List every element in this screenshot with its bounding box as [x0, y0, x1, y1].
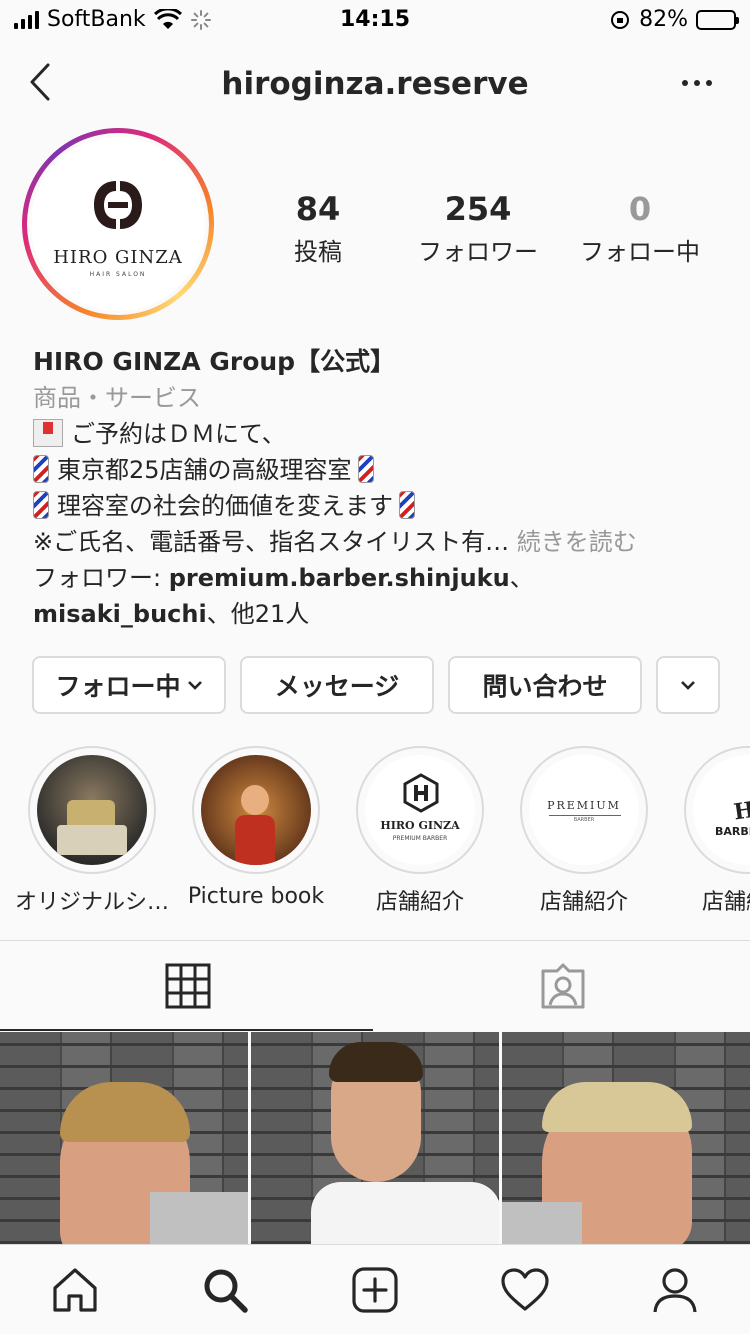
search-icon [204, 1269, 248, 1313]
profile-stats: 84 投稿 254 フォロワー 0 フォロー中 [250, 190, 730, 267]
highlight-item[interactable]: PREMIUM BARBER 店舗紹介 [502, 746, 666, 916]
chevron-down-icon [681, 681, 695, 690]
bio-line: 東京都25店舗の高級理容室 [33, 452, 733, 488]
brand-logo-icon [94, 181, 142, 229]
following-stat[interactable]: 0 フォロー中 [570, 190, 710, 267]
highlight-logo-text: PREMIUM [547, 799, 621, 812]
posts-grid [0, 1032, 750, 1244]
tagged-person-icon [541, 963, 584, 1009]
barber-pole-icon [399, 491, 415, 519]
chevron-down-icon [187, 681, 202, 690]
nav-new-post[interactable] [300, 1245, 450, 1334]
posts-count: 84 [295, 190, 341, 228]
highlight-item[interactable]: オリジナルシ… [10, 746, 174, 916]
tab-grid[interactable] [0, 941, 375, 1031]
followers-count: 254 [444, 190, 512, 228]
barber-pole-icon [33, 455, 49, 483]
highlight-item[interactable]: HIRO GINZA PREMIUM BARBER 店舗紹介 [338, 746, 502, 916]
following-label: フォロー中 [580, 238, 700, 266]
follower-link[interactable]: premium.barber.shinjuku [169, 564, 510, 592]
avatar-brand-text: HIRO GINZA [53, 247, 183, 268]
posts-stat[interactable]: 84 投稿 [250, 190, 386, 267]
followed-by-cont[interactable]: misaki_buchi、他21人 [33, 596, 733, 632]
battery-icon [696, 9, 739, 30]
profile-icon [653, 1267, 697, 1312]
following-button[interactable]: フォロー中 [32, 656, 226, 714]
username-title: hiroginza.reserve [221, 66, 529, 102]
highlight-logo-subtext: BARBER [573, 817, 595, 823]
post-thumbnail[interactable] [251, 1032, 499, 1244]
nav-profile[interactable] [600, 1245, 750, 1334]
grid-icon [165, 963, 210, 1009]
more-options-icon[interactable] [682, 80, 712, 86]
add-post-icon [352, 1266, 398, 1313]
post-thumbnail[interactable] [0, 1032, 248, 1244]
highlight-item[interactable]: HIRO G BARBER 店舗紹 [666, 746, 750, 916]
following-count: 0 [628, 190, 652, 228]
profile-name: HIRO GINZA Group【公式】 [33, 347, 396, 376]
highlight-logo-text: HIRO GINZA [380, 819, 460, 832]
home-icon [53, 1267, 97, 1312]
bio-line: ご予約はＤＭにて、 [33, 416, 733, 452]
nav-home[interactable] [0, 1245, 150, 1334]
status-bar: SoftBank 14:15 82% [0, 0, 750, 40]
profile-header: hiroginza.reserve [0, 48, 750, 118]
post-thumbnail[interactable] [502, 1032, 750, 1244]
bio-line: 理容室の社会的価値を変えます [33, 488, 733, 524]
highlight-logo-subtext: PREMIUM BARBER [392, 835, 448, 842]
contact-button[interactable]: 問い合わせ [448, 656, 642, 714]
profile-avatar[interactable]: HIRO GINZA HAIR SALON [22, 128, 214, 320]
orientation-lock-icon [611, 10, 630, 29]
followed-by[interactable]: フォロワー: premium.barber.shinjuku、 [33, 560, 733, 596]
highlight-label: 店舗紹介 [375, 890, 464, 915]
profile-bio: HIRO GINZA Group【公式】 商品・サービス ご予約はＤＭにて、 東… [33, 344, 733, 632]
bottom-nav [0, 1244, 750, 1334]
envelope-icon [33, 419, 63, 447]
followers-stat[interactable]: 254 フォロワー [386, 190, 570, 267]
read-more-link[interactable]: 続きを読む [517, 528, 637, 556]
tab-tagged[interactable] [375, 941, 750, 1031]
nav-activity[interactable] [450, 1245, 600, 1334]
highlight-label: オリジナルシ… [14, 890, 169, 915]
heart-icon [501, 1267, 549, 1311]
barber-pole-icon [33, 491, 49, 519]
profile-category: 商品・サービス [33, 384, 201, 412]
highlight-label: 店舗紹介 [539, 890, 628, 915]
nav-search[interactable] [150, 1245, 300, 1334]
profile-actions: フォロー中 メッセージ 問い合わせ [32, 656, 720, 714]
posts-label: 投稿 [294, 238, 342, 266]
highlight-logo-subtext: BARBER [715, 825, 750, 838]
message-button[interactable]: メッセージ [240, 656, 434, 714]
battery-percent: 82% [639, 7, 688, 32]
highlight-label: 店舗紹 [702, 890, 750, 915]
bio-line: ※ご氏名、電話番号、指名スタイリスト有… 続きを読む [33, 528, 637, 556]
highlight-label: Picture book [187, 884, 325, 909]
followers-label: フォロワー [418, 238, 538, 266]
suggestions-button[interactable] [656, 656, 720, 714]
barber-pole-icon [357, 455, 374, 483]
story-highlights: オリジナルシ… Picture book HIRO GINZA PREMIUM … [0, 746, 750, 916]
brand-logo-icon [403, 773, 439, 813]
highlight-logo-text: HIRO G [732, 787, 750, 826]
avatar-subtitle: HAIR SALON [89, 271, 147, 278]
follower-link[interactable]: misaki_buchi [33, 600, 207, 628]
highlight-item[interactable]: Picture book [174, 746, 338, 909]
content-tabs [0, 941, 750, 1031]
